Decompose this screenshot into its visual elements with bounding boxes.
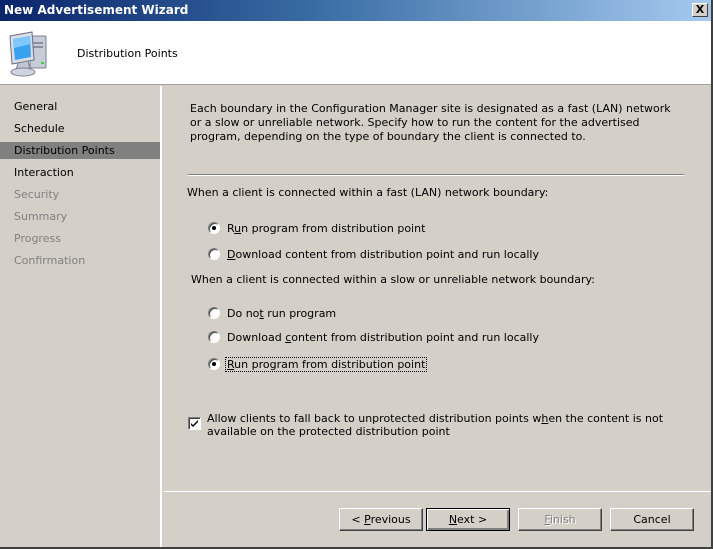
- computer-icon: [9, 31, 47, 77]
- radio-label[interactable]: Download content from distribution point…: [226, 331, 540, 344]
- radio-label[interactable]: Download content from distribution point…: [226, 248, 540, 261]
- label-part: <: [351, 513, 365, 526]
- fast-download-run-locally-radio[interactable]: Download content from distribution point…: [208, 246, 540, 262]
- wizard-nav: General Schedule Distribution Points Int…: [0, 86, 162, 547]
- radio-label[interactable]: Do not run program: [226, 307, 337, 320]
- radio-button[interactable]: [208, 307, 220, 319]
- nav-item-confirmation: Confirmation: [14, 254, 86, 267]
- wizard-content: Each boundary in the Configuration Manag…: [164, 86, 711, 491]
- close-button[interactable]: X: [692, 3, 708, 17]
- window-title: New Advertisement Wizard: [4, 3, 189, 17]
- label-part: revious: [370, 513, 411, 526]
- separator: [188, 174, 684, 176]
- nav-item-summary: Summary: [14, 210, 68, 223]
- slow-download-run-locally-radio[interactable]: Download content from distribution point…: [208, 329, 540, 345]
- nav-item-security: Security: [14, 188, 60, 201]
- cancel-button[interactable]: Cancel: [610, 508, 694, 531]
- finish-button: Finish: [518, 508, 602, 531]
- label-part: ontent from distribution point and run l…: [291, 330, 539, 344]
- label-part: n program from distribution point: [241, 221, 426, 235]
- label-part: Do no: [227, 306, 260, 320]
- fallback-checkbox-label[interactable]: Allow clients to fall back to unprotecte…: [207, 412, 697, 438]
- label-part: ownload content from distribution point …: [235, 247, 539, 261]
- radio-label[interactable]: Run program from distribution point: [224, 356, 428, 372]
- previous-button[interactable]: < Previous: [339, 508, 423, 531]
- label-part: Allow clients to fall back to unprotecte…: [207, 412, 542, 425]
- fallback-checkbox-row[interactable]: Allow clients to fall back to unprotecte…: [188, 412, 697, 438]
- nav-item-distribution-points[interactable]: Distribution Points: [0, 142, 160, 159]
- accelerator-key: N: [448, 513, 458, 526]
- label-part: Download: [227, 330, 286, 344]
- slow-boundary-label: When a client is connected within a slow…: [191, 273, 595, 286]
- slow-do-not-run-radio[interactable]: Do not run program: [208, 305, 337, 321]
- nav-item-interaction[interactable]: Interaction: [0, 164, 160, 181]
- wizard-window: New Advertisement Wizard X Distribution …: [0, 0, 713, 549]
- nav-item-progress: Progress: [14, 232, 61, 245]
- fast-run-from-dp-radio[interactable]: Run program from distribution point: [208, 220, 426, 236]
- radio-button[interactable]: [208, 222, 220, 234]
- intro-text: Each boundary in the Configuration Manag…: [190, 102, 671, 143]
- radio-button[interactable]: [208, 248, 220, 260]
- label-part: un program from distribution point: [234, 357, 426, 371]
- title-bar: New Advertisement Wizard X: [0, 0, 711, 21]
- fast-boundary-label: When a client is connected within a fast…: [187, 186, 549, 199]
- nav-item-schedule[interactable]: Schedule: [0, 120, 160, 137]
- radio-button[interactable]: [208, 358, 220, 370]
- page-title: Distribution Points: [77, 47, 178, 60]
- fallback-checkbox[interactable]: [188, 417, 201, 430]
- slow-run-from-dp-radio[interactable]: Run program from distribution point: [208, 356, 428, 372]
- radio-label[interactable]: Run program from distribution point: [226, 222, 426, 235]
- next-button[interactable]: Next >: [426, 508, 510, 531]
- nav-item-general[interactable]: General: [0, 98, 160, 115]
- checkmark-icon: [191, 420, 198, 427]
- button-bar-separator: [164, 491, 711, 493]
- close-icon: X: [695, 3, 705, 16]
- label-part: ext >: [457, 513, 488, 526]
- wizard-header: Distribution Points: [0, 21, 711, 85]
- label-part: inish: [549, 513, 576, 526]
- radio-button[interactable]: [208, 331, 220, 343]
- label-part: run program: [263, 306, 337, 320]
